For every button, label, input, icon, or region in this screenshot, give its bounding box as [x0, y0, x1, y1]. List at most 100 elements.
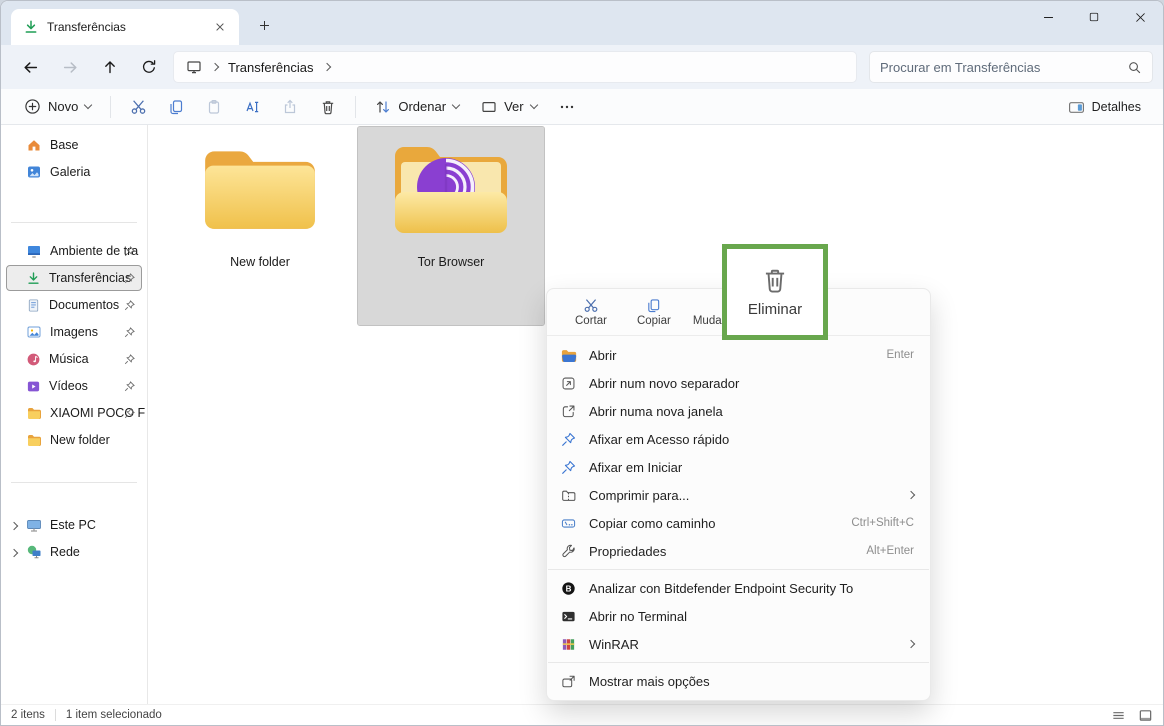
download-icon: [26, 271, 41, 286]
download-icon: [23, 19, 39, 35]
annotation-highlight-box: Eliminar: [722, 244, 828, 340]
pin-icon: [124, 300, 135, 311]
zip-folder-icon: [559, 488, 577, 503]
view-icon: [481, 99, 497, 115]
status-bar: 2 itens 1 item selecionado: [1, 704, 1163, 725]
copy-quick-button[interactable]: Copiar: [629, 295, 679, 330]
trash-icon[interactable]: [311, 92, 345, 122]
forward-button[interactable]: [55, 52, 85, 82]
menu-item-comprimir-para[interactable]: Comprimir para...: [547, 481, 930, 509]
menu-item-copiar-como-caminho[interactable]: Copiar como caminho Ctrl+Shift+C: [547, 509, 930, 537]
sidebar-item-musica[interactable]: Música: [6, 346, 142, 372]
chevron-right-icon[interactable]: [322, 63, 330, 71]
chevron-down-icon: [529, 101, 537, 109]
details-button[interactable]: Detalhes: [1060, 92, 1149, 122]
menu-item-abrir[interactable]: Abrir Enter: [547, 341, 930, 369]
pin-icon: [124, 327, 135, 338]
chevron-right-icon: [211, 63, 219, 71]
sidebar-item-imagens[interactable]: Imagens: [6, 319, 142, 345]
pin-icon: [124, 246, 135, 257]
view-button[interactable]: Ver: [472, 92, 546, 122]
minimize-button[interactable]: [1025, 1, 1071, 33]
share-icon[interactable]: [273, 92, 307, 122]
copy-icon[interactable]: [159, 92, 193, 122]
close-window-button[interactable]: [1117, 1, 1163, 33]
shortcut: Alt+Enter: [866, 545, 914, 557]
new-plus-icon: [24, 98, 41, 115]
menu-item-mostrar-mais-opcoes[interactable]: Mostrar mais opções: [547, 667, 930, 695]
sidebar-item-transferencias[interactable]: Transferências: [6, 265, 142, 291]
sidebar-item-new-folder[interactable]: New folder: [6, 427, 142, 453]
terminal-icon: [559, 609, 577, 624]
open-new-window-icon: [559, 404, 577, 419]
folder-icon: [26, 405, 42, 421]
paste-icon[interactable]: [197, 92, 231, 122]
search-input[interactable]: [880, 60, 1127, 75]
back-button[interactable]: [15, 52, 45, 82]
sidebar-item-rede[interactable]: Rede: [6, 539, 142, 565]
search-icon[interactable]: [1127, 60, 1142, 75]
breadcrumb[interactable]: Transferências: [173, 51, 857, 83]
window-controls: [1025, 1, 1163, 45]
pin-icon: [559, 432, 577, 447]
menu-item-afixar-iniciar[interactable]: Afixar em Iniciar: [547, 453, 930, 481]
command-bar: Novo Ordenar: [1, 89, 1163, 125]
thumbnail-view-toggle-icon[interactable]: [1138, 708, 1153, 723]
address-bar: Transferências: [1, 45, 1163, 89]
sidebar-item-documentos[interactable]: Documentos: [6, 292, 142, 318]
refresh-icon[interactable]: [134, 52, 164, 82]
chevron-down-icon: [84, 101, 92, 109]
menu-item-abrir-terminal[interactable]: Abrir no Terminal: [547, 602, 930, 630]
tab-bar: Transferências: [1, 1, 1163, 45]
music-icon: [26, 352, 41, 367]
sidebar: Base Galeria Ambiente de tra Transferênc…: [1, 125, 148, 704]
new-button[interactable]: Novo: [15, 92, 100, 122]
view-label: Ver: [504, 99, 524, 114]
wrench-icon: [559, 544, 577, 559]
sidebar-item-base[interactable]: Base: [6, 132, 142, 158]
expand-chevron-icon[interactable]: [10, 549, 18, 557]
home-icon: [26, 137, 42, 153]
close-tab-icon[interactable]: [209, 16, 231, 38]
pin-icon: [124, 273, 135, 284]
menu-item-winrar[interactable]: WinRAR: [547, 630, 930, 658]
tab-transferencias[interactable]: Transferências: [11, 9, 239, 45]
divider: [355, 96, 356, 118]
pictures-icon: [26, 324, 42, 340]
cut-icon[interactable]: [121, 92, 155, 122]
selection-count: 1 item selecionado: [66, 709, 162, 721]
context-menu: Cortar Copiar Mudar o nome Abrir Enter A…: [546, 288, 931, 701]
svg-text:B: B: [565, 584, 571, 593]
delete-label: Eliminar: [748, 301, 802, 318]
up-button[interactable]: [95, 52, 125, 82]
document-icon: [26, 298, 41, 313]
sidebar-item-galeria[interactable]: Galeria: [6, 159, 142, 185]
folder-icon: [26, 432, 42, 448]
open-new-tab-icon: [559, 376, 577, 391]
expand-chevron-icon[interactable]: [10, 522, 18, 530]
file-tile-new-folder[interactable]: New folder: [167, 129, 353, 327]
bitdefender-icon: B: [559, 581, 577, 596]
maximize-button[interactable]: [1071, 1, 1117, 33]
breadcrumb-segment[interactable]: Transferências: [228, 60, 314, 75]
details-view-toggle-icon[interactable]: [1111, 708, 1126, 723]
sidebar-item-este-pc[interactable]: Este PC: [6, 512, 142, 538]
menu-item-bitdefender[interactable]: B Analizar con Bitdefender Endpoint Secu…: [547, 574, 930, 602]
menu-separator: [548, 569, 929, 570]
menu-item-abrir-novo-separador[interactable]: Abrir num novo separador: [547, 369, 930, 397]
sort-button[interactable]: Ordenar: [366, 92, 468, 122]
rename-icon[interactable]: [235, 92, 269, 122]
menu-item-propriedades[interactable]: Propriedades Alt+Enter: [547, 537, 930, 565]
cut-quick-button[interactable]: Cortar: [567, 294, 615, 330]
file-name: New folder: [230, 255, 290, 269]
sidebar-item-xiaomi-poco[interactable]: XIAOMI POCO F: [6, 400, 142, 426]
menu-item-abrir-nova-janela[interactable]: Abrir numa nova janela: [547, 397, 930, 425]
menu-item-afixar-acesso-rapido[interactable]: Afixar em Acesso rápido: [547, 425, 930, 453]
more-options-icon[interactable]: [550, 92, 584, 122]
sidebar-item-ambiente-de-trabalho[interactable]: Ambiente de tra: [6, 238, 142, 264]
new-tab-button[interactable]: [249, 12, 279, 38]
file-name: Tor Browser: [418, 255, 485, 269]
file-tile-tor-browser[interactable]: Tor Browser: [358, 127, 544, 325]
sidebar-item-videos[interactable]: Vídeos: [6, 373, 142, 399]
delete-quick-button[interactable]: Eliminar: [748, 266, 802, 318]
